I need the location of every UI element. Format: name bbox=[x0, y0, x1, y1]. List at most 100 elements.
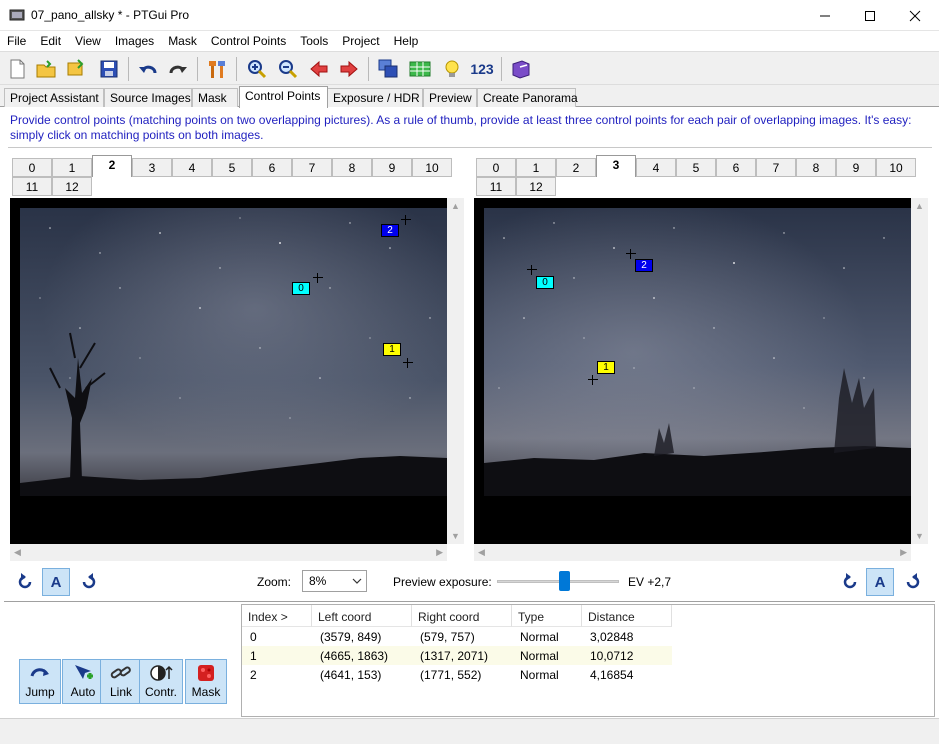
right-image-tab-5[interactable]: 5 bbox=[676, 158, 716, 177]
left-cp-marker-0[interactable] bbox=[313, 273, 323, 283]
left-cp-label-1[interactable]: 1 bbox=[383, 343, 401, 356]
left-image-tab-0[interactable]: 0 bbox=[12, 158, 52, 177]
right-image-tab-8[interactable]: 8 bbox=[796, 158, 836, 177]
right-image-tab-9[interactable]: 9 bbox=[836, 158, 876, 177]
tab-source-images[interactable]: Source Images bbox=[104, 88, 192, 107]
right-horizontal-scrollbar[interactable]: ◀ ▶ bbox=[474, 544, 911, 561]
scroll-right-icon[interactable]: ▶ bbox=[900, 547, 907, 558]
left-image-tab-8[interactable]: 8 bbox=[332, 158, 372, 177]
right-image-tab-2[interactable]: 2 bbox=[556, 158, 596, 177]
help-button[interactable] bbox=[509, 57, 533, 81]
right-cp-label-0[interactable]: 0 bbox=[536, 276, 554, 289]
left-image-tab-3[interactable]: 3 bbox=[132, 158, 172, 177]
scroll-up-icon[interactable]: ▲ bbox=[915, 201, 924, 211]
tab-exposure-hdr[interactable]: Exposure / HDR bbox=[327, 88, 423, 107]
left-cp-label-2[interactable]: 2 bbox=[381, 224, 399, 237]
menu-mask[interactable]: Mask bbox=[161, 31, 204, 51]
undo-button[interactable] bbox=[136, 57, 160, 81]
mask-button[interactable]: Mask bbox=[185, 659, 227, 704]
right-cp-label-2[interactable]: 2 bbox=[635, 259, 653, 272]
left-rotate-ccw-button[interactable] bbox=[12, 569, 38, 595]
zoom-select[interactable]: 8% bbox=[302, 570, 367, 592]
contrast-button[interactable]: Contr. bbox=[139, 659, 183, 704]
link-button[interactable]: Link bbox=[100, 659, 142, 704]
left-vertical-scrollbar[interactable]: ▲ ▼ bbox=[447, 198, 464, 544]
left-image-tab-11[interactable]: 11 bbox=[12, 177, 52, 196]
column-header-type[interactable]: Type bbox=[512, 605, 582, 627]
left-image-tab-9[interactable]: 9 bbox=[372, 158, 412, 177]
left-cp-label-0[interactable]: 0 bbox=[292, 282, 310, 295]
zoom-out-button[interactable] bbox=[276, 57, 300, 81]
right-rotate-cw-button[interactable] bbox=[900, 569, 926, 595]
left-cp-marker-1[interactable] bbox=[403, 358, 413, 368]
table-row[interactable]: 1 (4665, 1863) (1317, 2071) Normal 10,07… bbox=[242, 646, 672, 665]
minimize-button[interactable] bbox=[802, 0, 848, 31]
right-cp-marker-1[interactable] bbox=[588, 375, 598, 385]
right-vertical-scrollbar[interactable]: ▲ ▼ bbox=[911, 198, 928, 544]
left-image-tab-7[interactable]: 7 bbox=[292, 158, 332, 177]
close-button[interactable] bbox=[892, 0, 938, 31]
zoom-in-button[interactable] bbox=[245, 57, 269, 81]
menu-tools[interactable]: Tools bbox=[293, 31, 335, 51]
right-cp-label-1[interactable]: 1 bbox=[597, 361, 615, 374]
jump-button[interactable]: Jump bbox=[19, 659, 61, 704]
tab-create-panorama[interactable]: Create Panorama bbox=[477, 88, 578, 107]
right-image-tab-6[interactable]: 6 bbox=[716, 158, 756, 177]
scroll-left-icon[interactable]: ◀ bbox=[14, 547, 21, 558]
left-image-viewer[interactable] bbox=[10, 198, 447, 544]
column-header-index[interactable]: Index > bbox=[242, 605, 312, 627]
right-image-tab-0[interactable]: 0 bbox=[476, 158, 516, 177]
column-header-right-coord[interactable]: Right coord bbox=[412, 605, 512, 627]
menu-control-points[interactable]: Control Points bbox=[204, 31, 293, 51]
load-images-button[interactable] bbox=[64, 57, 88, 81]
scroll-down-icon[interactable]: ▼ bbox=[451, 531, 460, 541]
scroll-down-icon[interactable]: ▼ bbox=[915, 531, 924, 541]
redo-button[interactable] bbox=[166, 57, 190, 81]
left-image-tab-4[interactable]: 4 bbox=[172, 158, 212, 177]
left-image-tab-6[interactable]: 6 bbox=[252, 158, 292, 177]
right-image-tab-11[interactable]: 11 bbox=[476, 177, 516, 196]
exposure-slider-track[interactable] bbox=[497, 580, 619, 583]
tab-mask[interactable]: Mask bbox=[192, 88, 238, 107]
menu-view[interactable]: View bbox=[68, 31, 108, 51]
right-image-viewer[interactable] bbox=[474, 198, 911, 544]
right-image-tab-7[interactable]: 7 bbox=[756, 158, 796, 177]
menu-project[interactable]: Project bbox=[335, 31, 386, 51]
tab-project-assistant[interactable]: Project Assistant bbox=[4, 88, 104, 107]
scroll-up-icon[interactable]: ▲ bbox=[451, 201, 460, 211]
open-project-button[interactable] bbox=[34, 57, 58, 81]
menu-images[interactable]: Images bbox=[108, 31, 161, 51]
right-auto-align-button[interactable]: A bbox=[866, 568, 894, 596]
auto-button[interactable]: Auto bbox=[62, 659, 104, 704]
menu-edit[interactable]: Edit bbox=[33, 31, 68, 51]
menu-help[interactable]: Help bbox=[387, 31, 426, 51]
left-image-tab-5[interactable]: 5 bbox=[212, 158, 252, 177]
left-cp-marker-2[interactable] bbox=[401, 215, 411, 225]
panorama-editor-button[interactable] bbox=[376, 57, 400, 81]
right-rotate-ccw-button[interactable] bbox=[837, 569, 863, 595]
left-image-tab-2[interactable]: 2 bbox=[92, 155, 132, 177]
left-rotate-cw-button[interactable] bbox=[76, 569, 102, 595]
previous-button[interactable] bbox=[307, 57, 331, 81]
tips-button[interactable] bbox=[440, 57, 464, 81]
exposure-slider-thumb[interactable] bbox=[559, 571, 571, 591]
left-auto-align-button[interactable]: A bbox=[42, 568, 70, 596]
control-points-table[interactable]: Index > Left coord Right coord Type Dist… bbox=[241, 604, 935, 717]
left-image-tab-10[interactable]: 10 bbox=[412, 158, 452, 177]
right-cp-marker-2[interactable] bbox=[626, 249, 636, 259]
left-image-tab-12[interactable]: 12 bbox=[52, 177, 92, 196]
tools-button[interactable] bbox=[205, 57, 229, 81]
left-horizontal-scrollbar[interactable]: ◀ ▶ bbox=[10, 544, 447, 561]
next-button[interactable] bbox=[337, 57, 361, 81]
menu-file[interactable]: File bbox=[0, 31, 33, 51]
right-cp-marker-0[interactable] bbox=[527, 265, 537, 275]
control-point-table-button[interactable] bbox=[408, 57, 432, 81]
tab-control-points[interactable]: Control Points bbox=[239, 86, 328, 108]
right-image-tab-12[interactable]: 12 bbox=[516, 177, 556, 196]
right-image-tab-3[interactable]: 3 bbox=[596, 155, 636, 177]
column-header-distance[interactable]: Distance bbox=[582, 605, 672, 627]
maximize-button[interactable] bbox=[847, 0, 893, 31]
scroll-right-icon[interactable]: ▶ bbox=[436, 547, 443, 558]
left-image-tab-1[interactable]: 1 bbox=[52, 158, 92, 177]
tab-preview[interactable]: Preview bbox=[423, 88, 477, 107]
